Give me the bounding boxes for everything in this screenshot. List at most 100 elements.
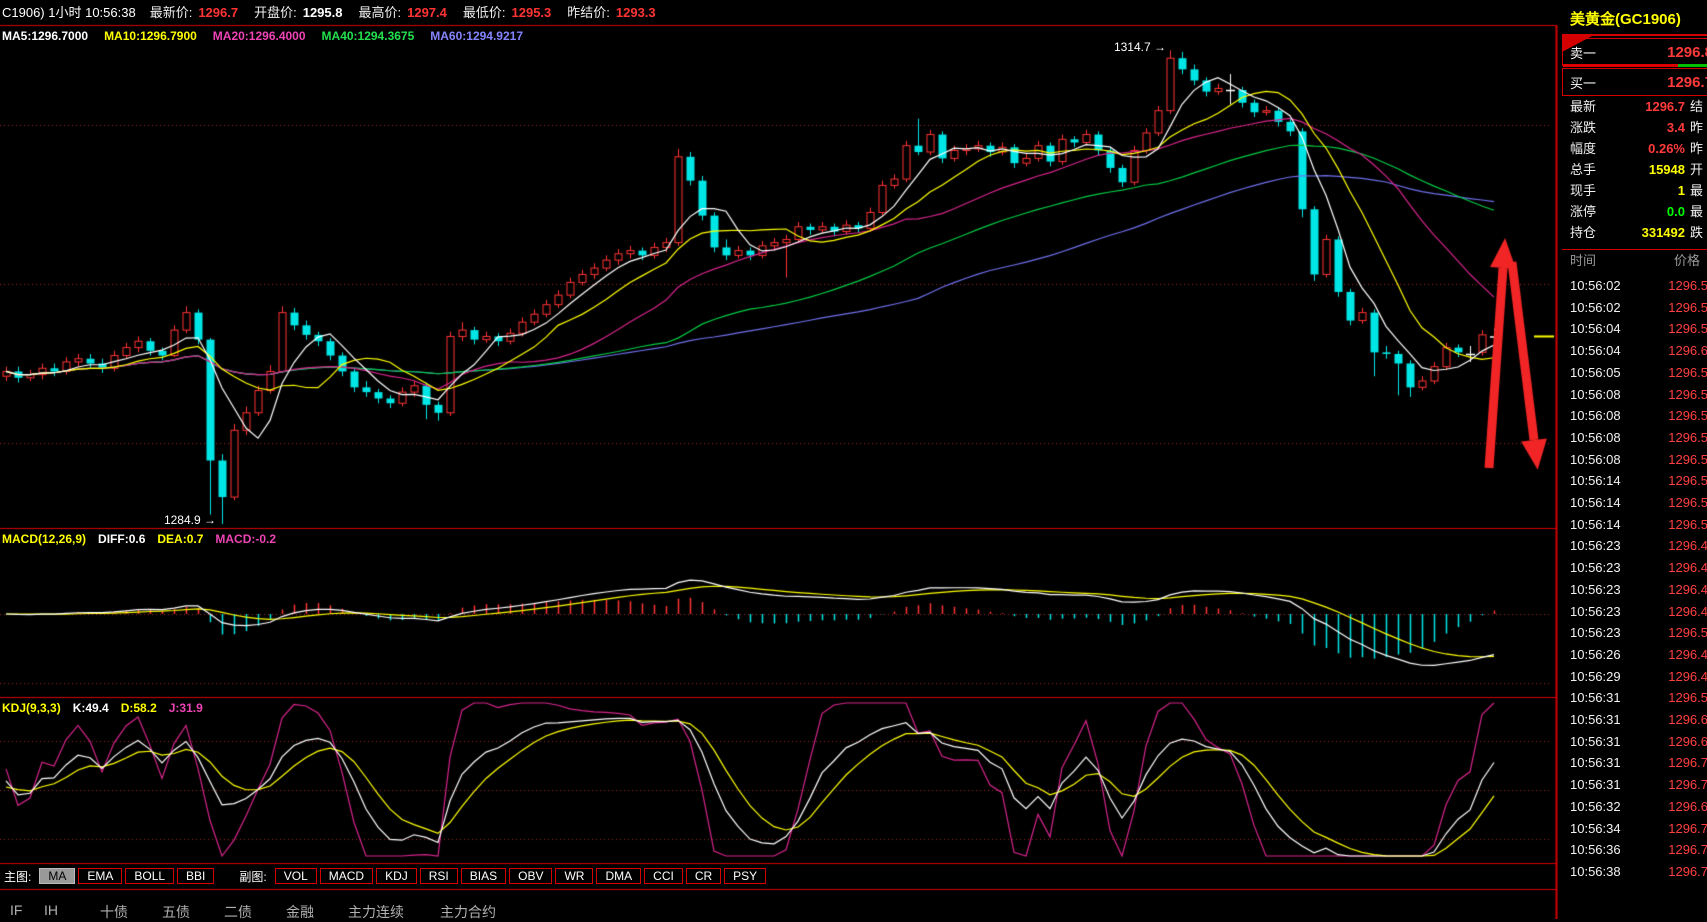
- tick-time: 10:56:14: [1570, 492, 1621, 513]
- bid-row[interactable]: 买一 1296.7: [1562, 68, 1707, 96]
- tick-time: 10:56:08: [1570, 449, 1621, 470]
- quote-row-value: 1296.7: [1602, 96, 1685, 117]
- tick-row[interactable]: 10:56:311296.6: [1562, 731, 1707, 752]
- tick-time: 10:56:29: [1570, 666, 1621, 687]
- tick-row[interactable]: 10:56:231296.4: [1562, 579, 1707, 600]
- sub-ind-btn-kdj[interactable]: KDJ: [376, 868, 417, 884]
- contract-tab-2[interactable]: 十债: [100, 902, 128, 922]
- contract-tab-0[interactable]: IF: [10, 902, 22, 918]
- tick-row[interactable]: 10:56:311296.7: [1562, 774, 1707, 795]
- tick-price: 1296.5: [1638, 622, 1707, 643]
- quote-row-extra-label: 开: [1690, 159, 1703, 180]
- tick-price: 1296.5: [1638, 297, 1707, 318]
- main-ind-btn-boll[interactable]: BOLL: [125, 868, 174, 884]
- tick-price: 1296.5: [1638, 687, 1707, 708]
- tick-row[interactable]: 10:56:041296.5: [1562, 318, 1707, 339]
- tick-row[interactable]: 10:56:311296.6: [1562, 709, 1707, 730]
- ask-label: 卖一: [1570, 43, 1596, 62]
- sub-chart-label: 副图:: [239, 868, 266, 885]
- contract-tab-3[interactable]: 五债: [162, 902, 190, 922]
- tick-row[interactable]: 10:56:231296.4: [1562, 535, 1707, 556]
- contract-tab-4[interactable]: 二债: [224, 902, 252, 922]
- tick-row[interactable]: 10:56:311296.5: [1562, 687, 1707, 708]
- main-indicator-buttons: MAEMABOLLBBI: [39, 867, 217, 886]
- tick-time: 10:56:23: [1570, 557, 1621, 578]
- tick-row[interactable]: 10:56:361296.7: [1562, 839, 1707, 860]
- quote-row-value: 15948: [1602, 159, 1685, 180]
- contract-tab-1[interactable]: IH: [44, 902, 58, 918]
- tick-time: 10:56:36: [1570, 839, 1621, 860]
- tick-row[interactable]: 10:56:381296.7: [1562, 861, 1707, 882]
- main-ind-btn-ma[interactable]: MA: [39, 868, 75, 884]
- ma-label: MA10:1296.7900: [104, 29, 197, 43]
- tick-row[interactable]: 10:56:231296.5: [1562, 622, 1707, 643]
- tick-row[interactable]: 10:56:321296.6: [1562, 796, 1707, 817]
- tick-price: 1296.5: [1638, 384, 1707, 405]
- tick-row[interactable]: 10:56:141296.5: [1562, 470, 1707, 491]
- quote-row-总手: 总手15948开: [1562, 159, 1707, 180]
- sub-ind-btn-rsi[interactable]: RSI: [420, 868, 458, 884]
- top-info-bar: C1906) 1小时 10:56:38最新价:1296.7开盘价:1295.8最…: [0, 0, 1556, 25]
- ma-label: MA40:1294.3675: [322, 29, 415, 43]
- sub-ind-btn-vol[interactable]: VOL: [275, 868, 317, 884]
- tick-row[interactable]: 10:56:261296.4: [1562, 644, 1707, 665]
- tick-price: 1296.5: [1638, 514, 1707, 535]
- price-field: 开盘价:1295.8: [254, 5, 342, 20]
- high-price-annotation: 1314.7 →: [1100, 40, 1166, 54]
- tick-row[interactable]: 10:56:341296.7: [1562, 818, 1707, 839]
- tick-price: 1296.7: [1638, 861, 1707, 882]
- bid-price: 1296.7: [1625, 74, 1707, 91]
- price-summary-fields: 最新价:1296.7开盘价:1295.8最高价:1297.4最低价:1295.3…: [150, 5, 672, 20]
- sub-ind-btn-bias[interactable]: BIAS: [461, 868, 506, 884]
- sub-ind-btn-wr[interactable]: WR: [555, 868, 593, 884]
- ma-label: MA60:1294.9217: [430, 29, 523, 43]
- price-field-value: 1296.7: [198, 5, 238, 20]
- contract-tab-7[interactable]: 主力合约: [440, 902, 496, 922]
- tick-row[interactable]: 10:56:021296.5: [1562, 297, 1707, 318]
- buy-ratio-segment: [1678, 64, 1707, 67]
- main-ind-btn-ema[interactable]: EMA: [78, 868, 122, 884]
- tick-row[interactable]: 10:56:14 1296.5: [1562, 492, 1707, 513]
- sub-ind-btn-dma[interactable]: DMA: [596, 868, 641, 884]
- tick-row[interactable]: 10:56:081296.5: [1562, 427, 1707, 448]
- indicator-toolbar: 主图: MAEMABOLLBBI 副图: VOLMACDKDJRSIBIASOB…: [0, 864, 1556, 889]
- tick-list-header: 时间 价格: [1562, 249, 1707, 272]
- tick-price: 1296.4: [1638, 535, 1707, 556]
- tick-time: 10:56:08: [1570, 384, 1621, 405]
- ask-row[interactable]: 卖一 1296.8: [1562, 38, 1707, 66]
- sub-ind-btn-macd[interactable]: MACD: [320, 868, 373, 884]
- tick-row[interactable]: 10:56:08 1296.5: [1562, 384, 1707, 405]
- quote-row-持仓: 持仓331492跌: [1562, 222, 1707, 243]
- chart-canvas[interactable]: [0, 0, 1707, 919]
- tick-row[interactable]: 10:56:231296.4: [1562, 557, 1707, 578]
- tick-time: 10:56:32: [1570, 796, 1621, 817]
- tick-row[interactable]: 10:56:291296.4: [1562, 666, 1707, 687]
- tick-row[interactable]: 10:56:051296.5: [1562, 362, 1707, 383]
- sell-ratio-segment: [1563, 64, 1678, 67]
- quote-row-value: 3.4: [1602, 117, 1685, 138]
- main-chart-label: 主图:: [4, 868, 31, 885]
- tick-price: 1296.7: [1638, 774, 1707, 795]
- tick-row[interactable]: 10:56:081296.5: [1562, 449, 1707, 470]
- tick-time: 10:56:14: [1570, 514, 1621, 535]
- tick-row[interactable]: 10:56:14 1296.5: [1562, 514, 1707, 535]
- sub-ind-btn-cr[interactable]: CR: [686, 868, 721, 884]
- sub-ind-btn-psy[interactable]: PSY: [724, 868, 766, 884]
- tick-row[interactable]: 10:56:311296.7: [1562, 752, 1707, 773]
- quote-row-extra-label: 跌: [1690, 222, 1703, 243]
- tick-row[interactable]: 10:56:041296.6: [1562, 340, 1707, 361]
- tick-price: 1296.5: [1638, 405, 1707, 426]
- main-ind-btn-bbi[interactable]: BBI: [177, 868, 214, 884]
- contract-tab-6[interactable]: 主力连续: [348, 902, 404, 922]
- tick-row[interactable]: 10:56:231296.4: [1562, 601, 1707, 622]
- tick-price: 1296.4: [1638, 579, 1707, 600]
- contract-tab-5[interactable]: 金融: [286, 902, 314, 922]
- tick-price: 1296.5: [1638, 492, 1707, 513]
- quote-row-label: 涨停: [1570, 201, 1596, 222]
- quote-row-extra-label: 昨: [1690, 138, 1703, 159]
- sub-ind-btn-obv[interactable]: OBV: [509, 868, 552, 884]
- tick-row[interactable]: 10:56:081296.5: [1562, 405, 1707, 426]
- tick-row[interactable]: 10:56:021296.5: [1562, 275, 1707, 296]
- tick-price-header: 价格: [1637, 250, 1700, 272]
- sub-ind-btn-cci[interactable]: CCI: [644, 868, 683, 884]
